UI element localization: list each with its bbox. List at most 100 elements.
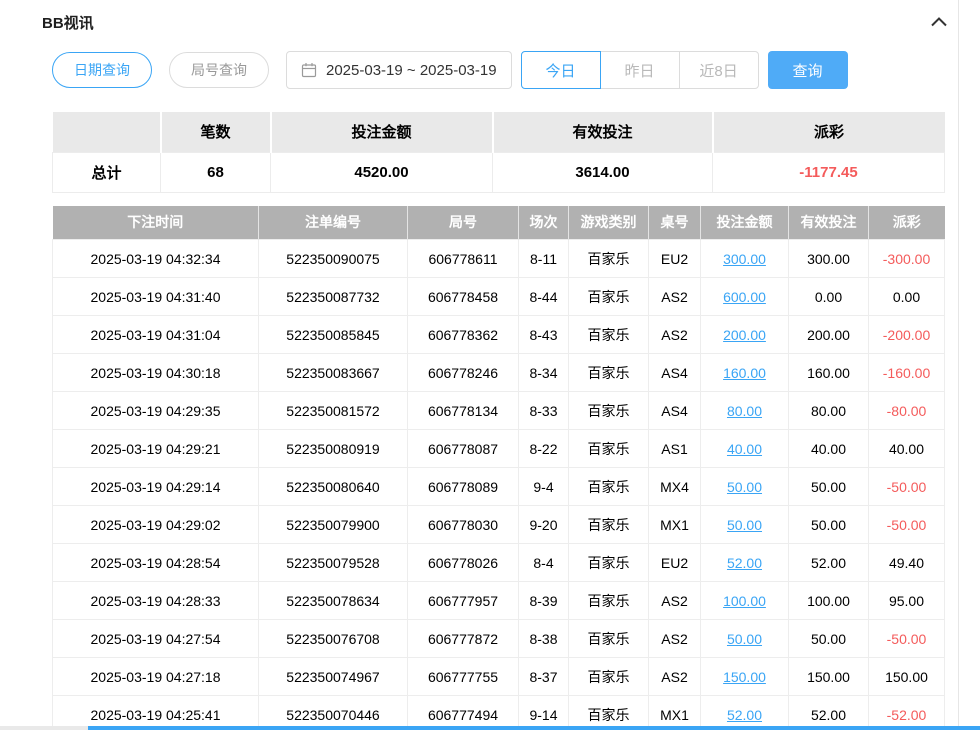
cell-order-no: 522350083667 — [259, 354, 408, 392]
search-button[interactable]: 查询 — [768, 51, 848, 89]
cell-payout: 0.00 — [869, 278, 945, 316]
date-range-value: 2025-03-19 ~ 2025-03-19 — [326, 62, 497, 79]
horizontal-scrollbar[interactable] — [0, 726, 980, 730]
cell-time: 2025-03-19 04:29:02 — [53, 506, 259, 544]
bet-amount-link[interactable]: 52.00 — [727, 555, 762, 571]
cell-valid: 52.00 — [789, 544, 869, 582]
summary-table: 笔数 投注金额 有效投注 派彩 总计 68 4520.00 3614.00 -1… — [52, 112, 945, 193]
cell-session: 9-4 — [519, 468, 569, 506]
bet-amount-link[interactable]: 160.00 — [723, 365, 766, 381]
cell-game-type: 百家乐 — [569, 240, 649, 278]
cell-order-no: 522350079900 — [259, 506, 408, 544]
table-row: 2025-03-19 04:28:54522350079528606778026… — [53, 544, 945, 582]
bet-amount-link[interactable]: 200.00 — [723, 327, 766, 343]
cell-table-no: EU2 — [649, 240, 701, 278]
cell-valid: 300.00 — [789, 240, 869, 278]
cell-payout: -80.00 — [869, 392, 945, 430]
records-table: 下注时间 注单编号 局号 场次 游戏类别 桌号 投注金额 有效投注 派彩 202… — [52, 206, 945, 730]
cell-bet: 150.00 — [701, 658, 789, 696]
cell-valid: 50.00 — [789, 506, 869, 544]
date-range-picker[interactable]: 2025-03-19 ~ 2025-03-19 — [286, 51, 512, 89]
bet-amount-link[interactable]: 150.00 — [723, 669, 766, 685]
cell-bet: 52.00 — [701, 544, 789, 582]
cell-time: 2025-03-19 04:28:33 — [53, 582, 259, 620]
table-row: 2025-03-19 04:27:18522350074967606777755… — [53, 658, 945, 696]
cell-game-type: 百家乐 — [569, 278, 649, 316]
filter-bar: 日期查询 局号查询 2025-03-19 ~ 2025-03-19 今日 昨日 … — [52, 51, 945, 89]
cell-game-type: 百家乐 — [569, 696, 649, 730]
cell-table-no: MX4 — [649, 468, 701, 506]
cell-order-no: 522350079528 — [259, 544, 408, 582]
cell-payout: -160.00 — [869, 354, 945, 392]
bet-amount-link[interactable]: 50.00 — [727, 631, 762, 647]
summary-total-row: 总计 68 4520.00 3614.00 -1177.45 — [53, 152, 945, 192]
cell-order-no: 522350080919 — [259, 430, 408, 468]
table-row: 2025-03-19 04:31:04522350085845606778362… — [53, 316, 945, 354]
cell-game-type: 百家乐 — [569, 392, 649, 430]
bet-amount-link[interactable]: 40.00 — [727, 441, 762, 457]
quick-range-group: 今日 昨日 近8日 — [521, 51, 759, 89]
tab-yesterday[interactable]: 昨日 — [600, 51, 680, 89]
bet-amount-link[interactable]: 300.00 — [723, 251, 766, 267]
summary-total-label: 总计 — [53, 152, 161, 192]
cell-round-no: 606777872 — [408, 620, 519, 658]
cell-session: 8-22 — [519, 430, 569, 468]
table-row: 2025-03-19 04:32:34522350090075606778611… — [53, 240, 945, 278]
table-row: 2025-03-19 04:29:21522350080919606778087… — [53, 430, 945, 468]
cell-bet: 52.00 — [701, 696, 789, 730]
collapse-panel-button[interactable] — [927, 13, 951, 32]
table-row: 2025-03-19 04:27:54522350076708606777872… — [53, 620, 945, 658]
col-header-payout: 派彩 — [869, 206, 945, 240]
cell-time: 2025-03-19 04:29:21 — [53, 430, 259, 468]
cell-order-no: 522350087732 — [259, 278, 408, 316]
table-row: 2025-03-19 04:31:40522350087732606778458… — [53, 278, 945, 316]
cell-round-no: 606778089 — [408, 468, 519, 506]
cell-bet: 160.00 — [701, 354, 789, 392]
bet-amount-link[interactable]: 100.00 — [723, 593, 766, 609]
vertical-scrollbar-track[interactable] — [958, 0, 959, 726]
col-header-round-no: 局号 — [408, 206, 519, 240]
col-header-order-no: 注单编号 — [259, 206, 408, 240]
panel-header: BB视讯 — [42, 0, 945, 33]
summary-header-count: 笔数 — [161, 112, 271, 152]
horizontal-scrollbar-thumb[interactable] — [88, 726, 980, 730]
cell-round-no: 606778458 — [408, 278, 519, 316]
cell-game-type: 百家乐 — [569, 582, 649, 620]
cell-session: 8-44 — [519, 278, 569, 316]
bet-amount-link[interactable]: 52.00 — [727, 707, 762, 723]
cell-round-no: 606778026 — [408, 544, 519, 582]
tab-last-8-days[interactable]: 近8日 — [679, 51, 759, 89]
bet-amount-link[interactable]: 600.00 — [723, 289, 766, 305]
table-row: 2025-03-19 04:29:02522350079900606778030… — [53, 506, 945, 544]
cell-session: 8-33 — [519, 392, 569, 430]
cell-time: 2025-03-19 04:27:54 — [53, 620, 259, 658]
cell-session: 8-39 — [519, 582, 569, 620]
col-header-valid-bet: 有效投注 — [789, 206, 869, 240]
cell-bet: 40.00 — [701, 430, 789, 468]
cell-round-no: 606777494 — [408, 696, 519, 730]
bet-amount-link[interactable]: 80.00 — [727, 403, 762, 419]
bet-amount-link[interactable]: 50.00 — [727, 517, 762, 533]
cell-session: 8-43 — [519, 316, 569, 354]
cell-game-type: 百家乐 — [569, 430, 649, 468]
cell-table-no: AS4 — [649, 392, 701, 430]
cell-bet: 50.00 — [701, 468, 789, 506]
round-query-tab[interactable]: 局号查询 — [169, 52, 269, 88]
cell-round-no: 606778362 — [408, 316, 519, 354]
cell-valid: 0.00 — [789, 278, 869, 316]
summary-bet-amount-value: 4520.00 — [271, 152, 493, 192]
cell-valid: 52.00 — [789, 696, 869, 730]
date-query-tab[interactable]: 日期查询 — [52, 52, 152, 88]
tab-today[interactable]: 今日 — [521, 51, 601, 89]
bet-amount-link[interactable]: 50.00 — [727, 479, 762, 495]
cell-bet: 100.00 — [701, 582, 789, 620]
table-row: 2025-03-19 04:28:33522350078634606777957… — [53, 582, 945, 620]
table-row: 2025-03-19 04:29:14522350080640606778089… — [53, 468, 945, 506]
cell-round-no: 606777755 — [408, 658, 519, 696]
cell-payout: -200.00 — [869, 316, 945, 354]
cell-table-no: MX1 — [649, 506, 701, 544]
cell-session: 9-20 — [519, 506, 569, 544]
bb-video-panel: BB视讯 日期查询 局号查询 2025-03-19 ~ 2025-03-19 今… — [0, 0, 980, 730]
summary-header-bet-amount: 投注金额 — [271, 112, 493, 152]
cell-order-no: 522350076708 — [259, 620, 408, 658]
